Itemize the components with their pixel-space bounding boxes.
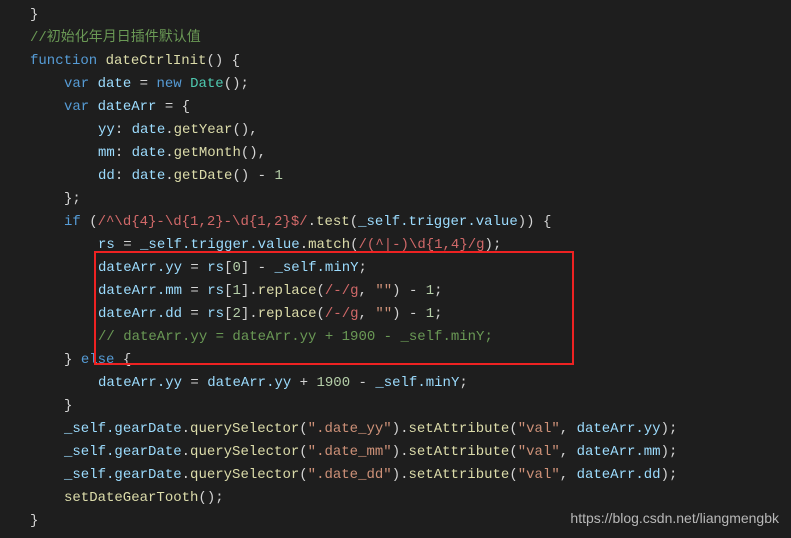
- code-line: //初始化年月日插件默认值: [30, 27, 791, 50]
- code-line: // dateArr.yy = dateArr.yy + 1900 - _sel…: [30, 326, 791, 349]
- code-line: var date = new Date();: [30, 73, 791, 96]
- code-line: if (/^\d{4}-\d{1,2}-\d{1,2}$/.test(_self…: [30, 211, 791, 234]
- code-line: yy: date.getYear(),: [30, 119, 791, 142]
- code-line: _self.gearDate.querySelector(".date_dd")…: [30, 464, 791, 487]
- code-line: rs = _self.trigger.value.match(/(^|-)\d{…: [30, 234, 791, 257]
- code-line: dd: date.getDate() - 1: [30, 165, 791, 188]
- code-line: }: [30, 395, 791, 418]
- code-line: dateArr.yy = rs[0] - _self.minY;: [30, 257, 791, 280]
- code-line: dateArr.mm = rs[1].replace(/-/g, "") - 1…: [30, 280, 791, 303]
- code-line: _self.gearDate.querySelector(".date_yy")…: [30, 418, 791, 441]
- code-line: };: [30, 188, 791, 211]
- code-line: }: [30, 4, 791, 27]
- code-editor[interactable]: } //初始化年月日插件默认值 function dateCtrlInit() …: [0, 0, 791, 533]
- code-line: function dateCtrlInit() {: [30, 50, 791, 73]
- watermark-text: https://blog.csdn.net/liangmengbk: [570, 507, 779, 530]
- code-line: var dateArr = {: [30, 96, 791, 119]
- code-line: dateArr.dd = rs[2].replace(/-/g, "") - 1…: [30, 303, 791, 326]
- code-line: mm: date.getMonth(),: [30, 142, 791, 165]
- code-line: dateArr.yy = dateArr.yy + 1900 - _self.m…: [30, 372, 791, 395]
- code-line: } else {: [30, 349, 791, 372]
- code-line: _self.gearDate.querySelector(".date_mm")…: [30, 441, 791, 464]
